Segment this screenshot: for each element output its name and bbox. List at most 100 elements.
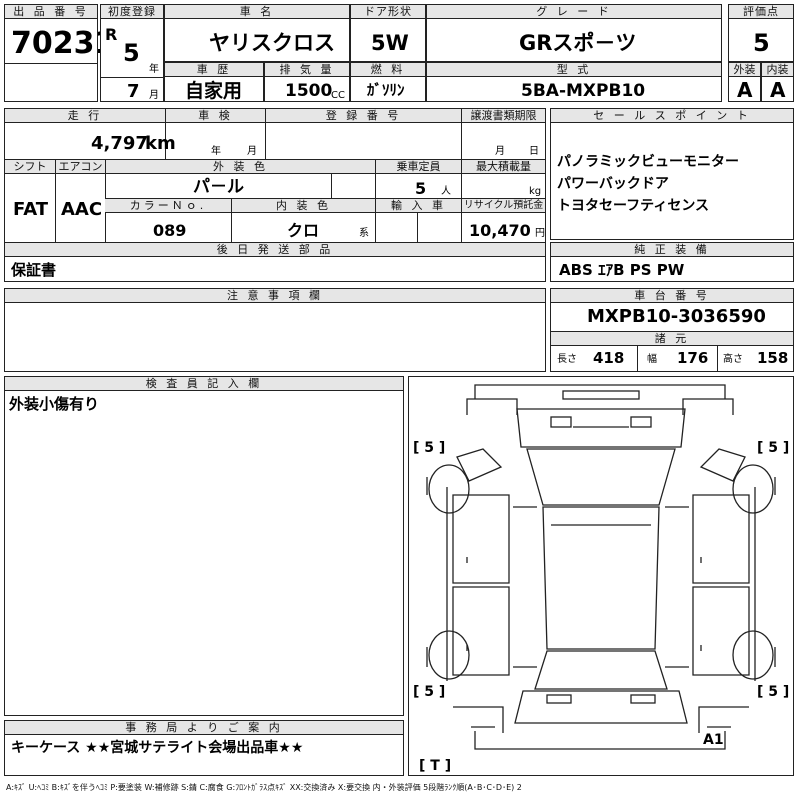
displacement-box: 排 気 量 1500 CC bbox=[264, 62, 350, 102]
equipment-label: 純 正 装 備 bbox=[551, 243, 793, 257]
ext-color-label: 外 装 色 bbox=[105, 160, 375, 174]
recycle-deposit: 10,470 bbox=[469, 221, 531, 240]
car-name-label: 車 名 bbox=[165, 5, 349, 19]
history-label: 車 歴 bbox=[165, 63, 263, 77]
int-grade-box: 内装 A bbox=[761, 62, 794, 102]
length-label: 長さ bbox=[557, 354, 577, 365]
later-parts-label: 後 日 発 送 部 品 bbox=[5, 243, 545, 257]
t-mark: [ T ] bbox=[419, 758, 452, 774]
tire-tl: [ 5 ] bbox=[413, 440, 446, 456]
displacement: 1500 bbox=[285, 81, 333, 101]
equipment: ABS ｴｱB PS PW bbox=[559, 261, 685, 279]
inspection-month-unit: 月 bbox=[247, 146, 257, 157]
tire-br: [ 5 ] bbox=[757, 684, 790, 700]
car-name-box: 車 名 ヤリスクロス bbox=[164, 4, 350, 62]
height: 158 bbox=[757, 349, 789, 367]
history-box: 車 歴 自家用 bbox=[164, 62, 264, 102]
tire-tr: [ 5 ] bbox=[757, 440, 790, 456]
fuel: ｶﾞｿﾘﾝ bbox=[367, 81, 405, 99]
grade-box: グ レ ー ド GRスポ－ツ bbox=[426, 4, 722, 62]
reg-number-label: 登 録 番 号 bbox=[265, 109, 461, 123]
first-registration-box: 初度登録 R 5 年 7 月 bbox=[100, 4, 164, 102]
first-registration-label: 初度登録 bbox=[101, 5, 163, 19]
ext-color: パ－ル bbox=[193, 177, 244, 197]
fuel-box: 燃 料 ｶﾞｿﾘﾝ bbox=[350, 62, 426, 102]
chassis-label: 車 台 番 号 bbox=[551, 289, 793, 303]
office-notice: キーケース ★★宮城サテライト会場出品車★★ bbox=[11, 740, 304, 756]
sales-points-box: セ ー ル ス ポ イ ン ト パノラミックビューモニター パワーバックドア ト… bbox=[550, 108, 794, 240]
transfer-doc-label: 譲渡書類期限 bbox=[461, 109, 545, 123]
score: 5 bbox=[753, 29, 770, 57]
int-color-unit: 系 bbox=[359, 228, 369, 239]
lot-number-box: 出 品 番 号 70231 bbox=[4, 4, 115, 102]
equipment-box: 純 正 装 備 ABS ｴｱB PS PW bbox=[550, 242, 794, 282]
ext-grade-box: 外装 A bbox=[728, 62, 761, 102]
car-diagram-box: [ 5 ] [ 5 ] [ 5 ] [ 5 ] A1 [ T ] bbox=[408, 376, 794, 776]
inspector-notes: 外装小傷有り bbox=[9, 395, 100, 413]
transfer-month-unit: 月 bbox=[495, 146, 505, 157]
capacity-unit: 人 bbox=[441, 186, 451, 197]
damage-mark: A1 bbox=[703, 732, 724, 748]
year-unit: 年 bbox=[149, 64, 159, 75]
ac: AAC bbox=[61, 199, 103, 220]
int-color-label: 内 装 色 bbox=[231, 199, 375, 213]
displacement-label: 排 気 量 bbox=[265, 63, 349, 77]
ac-label: エアコン bbox=[55, 160, 105, 174]
history: 自家用 bbox=[185, 80, 243, 102]
reg-year: 5 bbox=[123, 39, 140, 67]
fuel-label: 燃 料 bbox=[351, 63, 425, 77]
recycle-label: リサイクル預託金 bbox=[461, 199, 545, 213]
car-name: ヤリスクロス bbox=[209, 31, 335, 55]
mileage: 4,797 bbox=[91, 133, 148, 154]
sales-points-label: セ ー ル ス ポ イ ン ト bbox=[551, 109, 793, 123]
office-notice-label: 事 務 局 よ り ご 案 内 bbox=[5, 721, 403, 735]
import-label: 輸 入 車 bbox=[375, 199, 461, 213]
era: R bbox=[105, 25, 118, 44]
damage-legend: A:ｷｽﾞ U:ﾍｺﾐ B:ｷｽﾞを伴うﾍｺﾐ P:要塗装 W:補修跡 S:錆 … bbox=[6, 783, 522, 792]
door-box: ドア形状 5W bbox=[350, 4, 426, 62]
max-load-label: 最大積載量 bbox=[461, 160, 545, 174]
auction-sheet: 出 品 番 号 70231 初度登録 R 5 年 7 月 車 名 ヤリスクロス … bbox=[0, 0, 800, 800]
width: 176 bbox=[677, 349, 709, 367]
ext-grade: A bbox=[737, 78, 753, 102]
inspector-label: 検 査 員 記 入 欄 bbox=[5, 377, 403, 391]
color-no: 089 bbox=[153, 221, 187, 240]
score-label: 評価点 bbox=[729, 5, 793, 19]
door-type: 5W bbox=[371, 31, 409, 55]
lot-number-label: 出 品 番 号 bbox=[5, 5, 97, 19]
model-box: 型 式 5BA-MXPB10 bbox=[426, 62, 722, 102]
score-box: 評価点 5 bbox=[728, 4, 794, 62]
mileage-unit: km bbox=[145, 133, 176, 154]
model-label: 型 式 bbox=[427, 63, 721, 77]
shift-label: シフト bbox=[5, 160, 55, 174]
int-color: クロ bbox=[287, 221, 320, 240]
capacity-label: 乗車定員 bbox=[375, 160, 461, 174]
transfer-day-unit: 日 bbox=[529, 146, 539, 157]
int-grade: A bbox=[770, 78, 786, 102]
inspection-label: 車 検 bbox=[165, 109, 265, 123]
ext-grade-label: 外装 bbox=[729, 63, 760, 77]
max-load-unit: kg bbox=[529, 186, 542, 197]
grade-label: グ レ ー ド bbox=[427, 5, 721, 19]
height-label: 高さ bbox=[723, 354, 743, 365]
model: 5BA-MXPB10 bbox=[521, 81, 646, 101]
mileage-label: 走 行 bbox=[5, 109, 165, 123]
width-label: 幅 bbox=[647, 354, 657, 365]
color-no-label: カラーＮｏ. bbox=[105, 199, 231, 213]
later-parts: 保証書 bbox=[11, 261, 57, 279]
chassis-number: MXPB10-3036590 bbox=[587, 306, 766, 327]
sales-point: パワーバックドア bbox=[557, 176, 669, 192]
sales-point: トヨタセーフティセンス bbox=[557, 198, 710, 214]
notes-box: 注 意 事 項 欄 bbox=[4, 288, 546, 372]
inspection-year-unit: 年 bbox=[211, 146, 221, 157]
month-unit: 月 bbox=[149, 90, 159, 101]
length: 418 bbox=[593, 349, 625, 367]
inspector-box: 検 査 員 記 入 欄 外装小傷有り bbox=[4, 376, 404, 716]
displacement-unit: CC bbox=[331, 90, 345, 101]
int-grade-label: 内装 bbox=[762, 63, 793, 77]
spec-label: 諸 元 bbox=[551, 332, 793, 346]
mid-block: 走 行 車 検 登 録 番 号 譲渡書類期限 4,797 km 年 月 月 日 … bbox=[4, 108, 546, 282]
chassis-box: 車 台 番 号 MXPB10-3036590 諸 元 長さ 418 幅 176 … bbox=[550, 288, 794, 372]
shift: FAT bbox=[13, 199, 49, 220]
office-notice-box: 事 務 局 よ り ご 案 内 キーケース ★★宮城サテライト会場出品車★★ bbox=[4, 720, 404, 776]
